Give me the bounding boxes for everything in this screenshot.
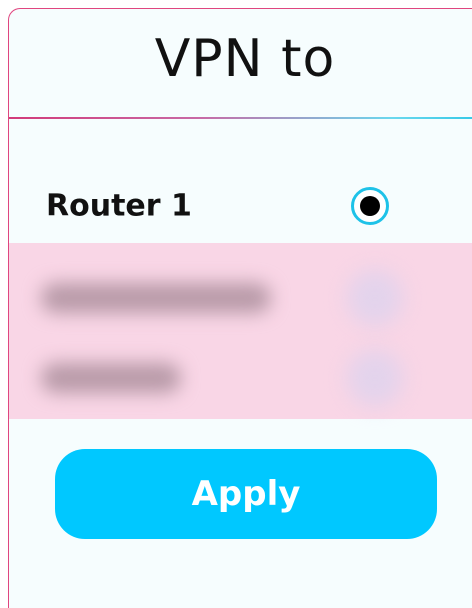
- apply-button[interactable]: Apply: [55, 449, 437, 539]
- option-label: Router 1: [46, 188, 192, 224]
- dialog-header: VPN to: [9, 9, 472, 117]
- radio-selected-icon[interactable]: [351, 187, 389, 225]
- redacted-options: [9, 243, 472, 419]
- redacted-label: [41, 363, 181, 393]
- option-router-1[interactable]: Router 1: [9, 176, 472, 236]
- redacted-option-1[interactable]: [9, 268, 472, 328]
- redacted-radio-icon[interactable]: [347, 350, 403, 406]
- redacted-option-2[interactable]: [9, 348, 472, 408]
- redacted-label: [41, 283, 271, 313]
- dialog-title: VPN to: [154, 29, 336, 89]
- redacted-radio-icon[interactable]: [347, 270, 403, 326]
- radio-dot-icon: [360, 196, 380, 216]
- header-divider: [9, 117, 472, 119]
- vpn-dialog: VPN to Router 1 Apply: [8, 8, 472, 608]
